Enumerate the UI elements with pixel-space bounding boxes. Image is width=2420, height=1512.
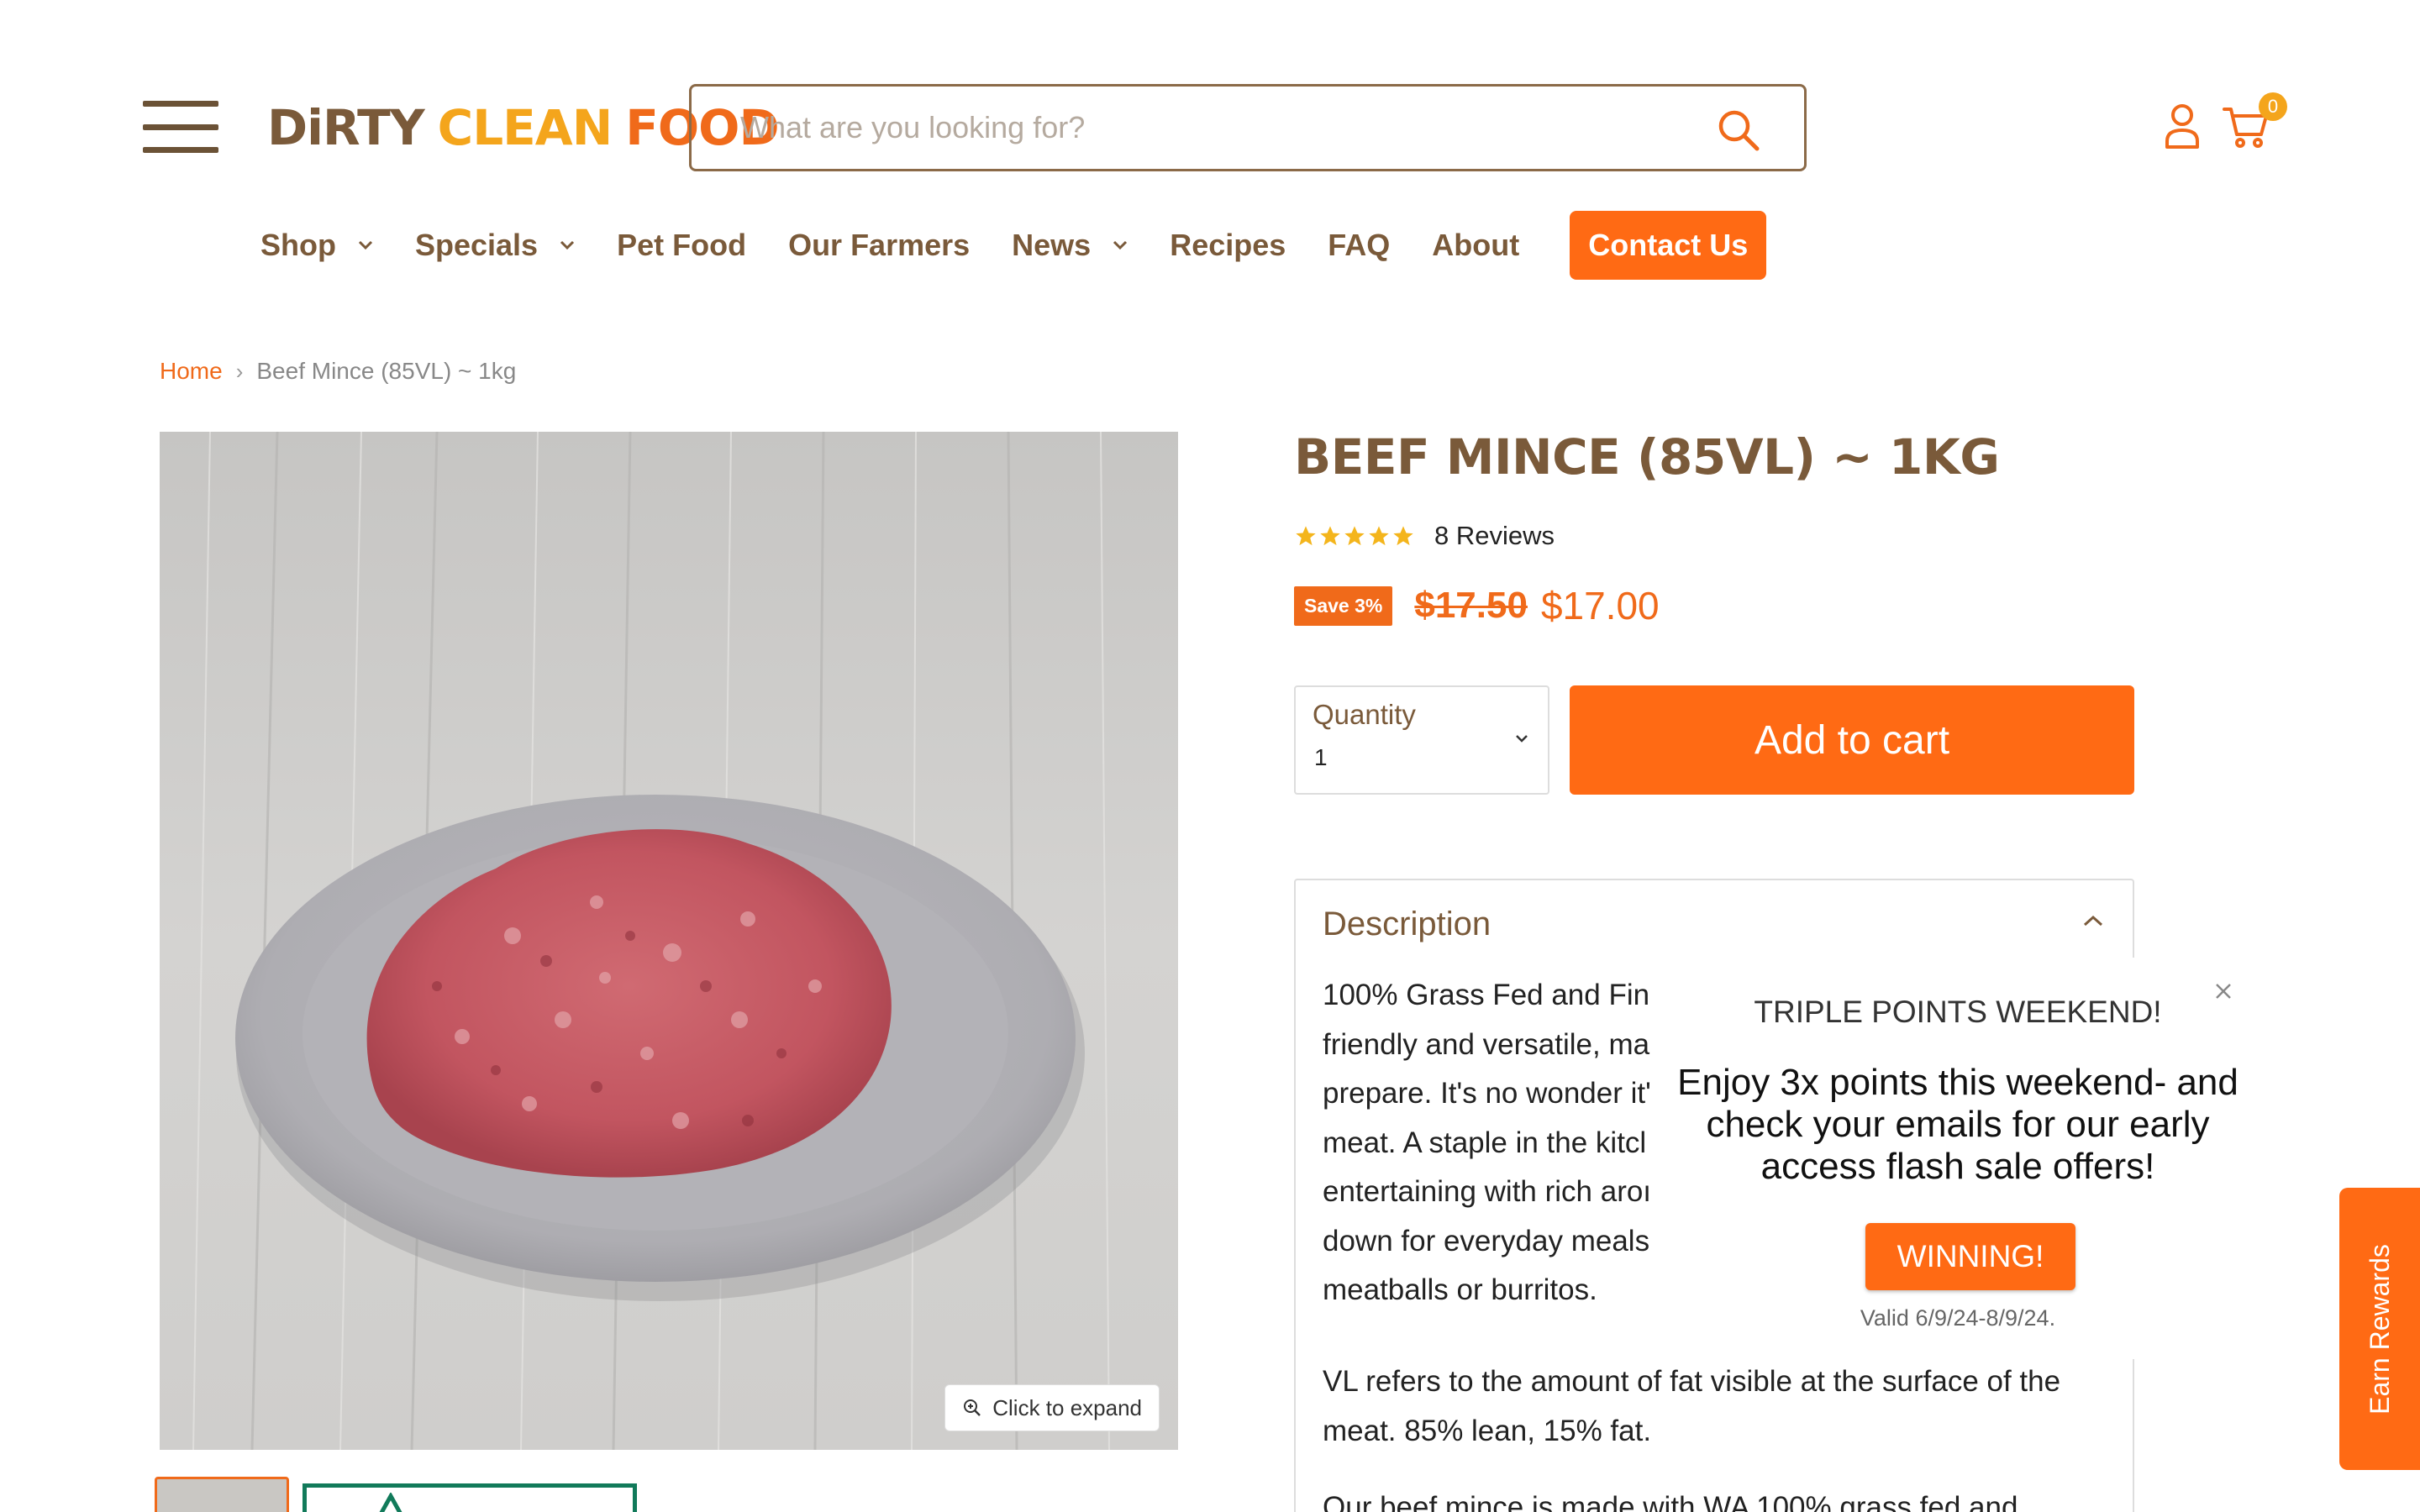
- winning-button[interactable]: WINNING!: [1865, 1223, 2075, 1290]
- nav-item-label: Recipes: [1170, 228, 1286, 262]
- chevron-down-icon: [358, 240, 373, 250]
- star-icon: [1393, 526, 1413, 546]
- compare-at-price: $17.50: [1414, 585, 1528, 626]
- description-paragraph-2: VL refers to the amount of fat visible a…: [1323, 1365, 2061, 1447]
- logo-word-clean: CLEAN: [437, 99, 613, 156]
- expand-label: Click to expand: [992, 1394, 1142, 1420]
- star-icon: [1344, 526, 1365, 546]
- search-icon[interactable]: [1715, 107, 1762, 154]
- description-line: 100% Grass Fed and Fin: [1323, 979, 1650, 1011]
- chevron-down-icon: [1113, 240, 1128, 250]
- promo-popup: TRIPLE POINTS WEEKEND! Enjoy 3x points t…: [1664, 958, 2269, 1359]
- description-line: meat. A staple in the kitcl: [1323, 1126, 1647, 1159]
- chevron-down-icon: [560, 240, 575, 250]
- star-icon: [1296, 526, 1316, 546]
- description-line: meatballs or burritos.: [1323, 1273, 1597, 1306]
- thumbnail-2[interactable]: [302, 1483, 637, 1512]
- nav-item-shop[interactable]: Shop: [260, 228, 373, 263]
- description-line: entertaining with rich aroı: [1323, 1175, 1652, 1208]
- nav-item-label: Pet Food: [617, 228, 747, 262]
- account-icon[interactable]: [2164, 102, 2201, 150]
- zoom-in-icon: [964, 1399, 981, 1416]
- product-title: BEEF MINCE (85VL) ~ 1KG: [1294, 428, 2000, 486]
- breadcrumb: Home › Beef Mince (85VL) ~ 1kg: [160, 358, 516, 385]
- contact-us-button[interactable]: Contact Us: [1570, 211, 1767, 280]
- product-rating[interactable]: 8 Reviews: [1294, 521, 1555, 551]
- description-heading[interactable]: Description: [1323, 906, 1491, 943]
- triangle-icon: [379, 1493, 402, 1512]
- save-badge: Save 3%: [1294, 585, 1393, 626]
- earn-rewards-tab[interactable]: Earn Rewards: [2339, 1188, 2420, 1470]
- description-paragraph-1: 100% Grass Fed and Fin friendly and vers…: [1323, 971, 1667, 1315]
- click-to-expand-button[interactable]: Click to expand: [944, 1384, 1160, 1431]
- nav-item-news[interactable]: News: [1012, 228, 1128, 263]
- nav-item-faq[interactable]: FAQ: [1328, 228, 1390, 263]
- nav-item-about[interactable]: About: [1432, 228, 1519, 263]
- breadcrumb-separator: ›: [235, 358, 244, 384]
- description-line: friendly and versatile, ma: [1323, 1027, 1650, 1061]
- nav-item-label: Shop: [260, 228, 336, 262]
- breadcrumb-current: Beef Mince (85VL) ~ 1kg: [256, 358, 517, 384]
- nav-item-label: About: [1432, 228, 1520, 262]
- nav-item-label: News: [1012, 228, 1092, 262]
- chevron-down-icon: [1516, 735, 1528, 743]
- cart-count-badge: 0: [2259, 92, 2287, 121]
- chevron-up-icon[interactable]: [2082, 914, 2104, 927]
- product-image[interactable]: Click to expand: [160, 432, 1178, 1450]
- description-paragraph-3: Our beef mince is made with WA 100% gras…: [1323, 1491, 2018, 1512]
- earn-rewards-label: Earn Rewards: [2364, 1243, 2395, 1415]
- main-nav: Shop Specials Pet Food Our Farmers News …: [260, 210, 1767, 281]
- nav-item-label: Specials: [414, 228, 539, 262]
- nav-item-label: FAQ: [1328, 228, 1391, 262]
- price-row: Save 3% $17.50 $17.00: [1294, 583, 1660, 628]
- nav-item-our-farmers[interactable]: Our Farmers: [788, 228, 970, 263]
- quantity-value: 1: [1314, 744, 1328, 770]
- breadcrumb-home-link[interactable]: Home: [160, 358, 223, 385]
- reviews-link[interactable]: 8 Reviews: [1434, 521, 1555, 551]
- nav-item-label: Our Farmers: [788, 228, 971, 262]
- popup-body: Enjoy 3x points this weekend- and check …: [1677, 1062, 2238, 1187]
- add-to-cart-button[interactable]: Add to cart: [1570, 685, 2134, 795]
- nav-item-pet-food[interactable]: Pet Food: [617, 228, 746, 263]
- nav-item-recipes[interactable]: Recipes: [1170, 228, 1286, 263]
- popup-validity: Valid 6/9/24-8/9/24.: [1860, 1305, 2056, 1331]
- search-input[interactable]: [692, 90, 1683, 165]
- popup-title: TRIPLE POINTS WEEKEND!: [1754, 995, 2162, 1029]
- product-photo: [160, 432, 1178, 1450]
- description-line: prepare. It's no wonder it': [1323, 1077, 1651, 1110]
- logo-word-dirty: DiRTY: [267, 99, 425, 156]
- nav-item-specials[interactable]: Specials: [415, 228, 575, 263]
- thumbnail-1[interactable]: [155, 1477, 289, 1512]
- quantity-select[interactable]: Quantity 1: [1294, 685, 1549, 795]
- quantity-label: Quantity: [1313, 699, 1416, 730]
- menu-icon[interactable]: [143, 101, 218, 153]
- sale-price: $17.00: [1540, 584, 1660, 627]
- star-icon: [1369, 526, 1389, 546]
- star-rating: [1294, 524, 1416, 548]
- search-bar: [689, 84, 1807, 171]
- description-line: down for everyday meals: [1323, 1224, 1650, 1257]
- star-icon: [1320, 526, 1340, 546]
